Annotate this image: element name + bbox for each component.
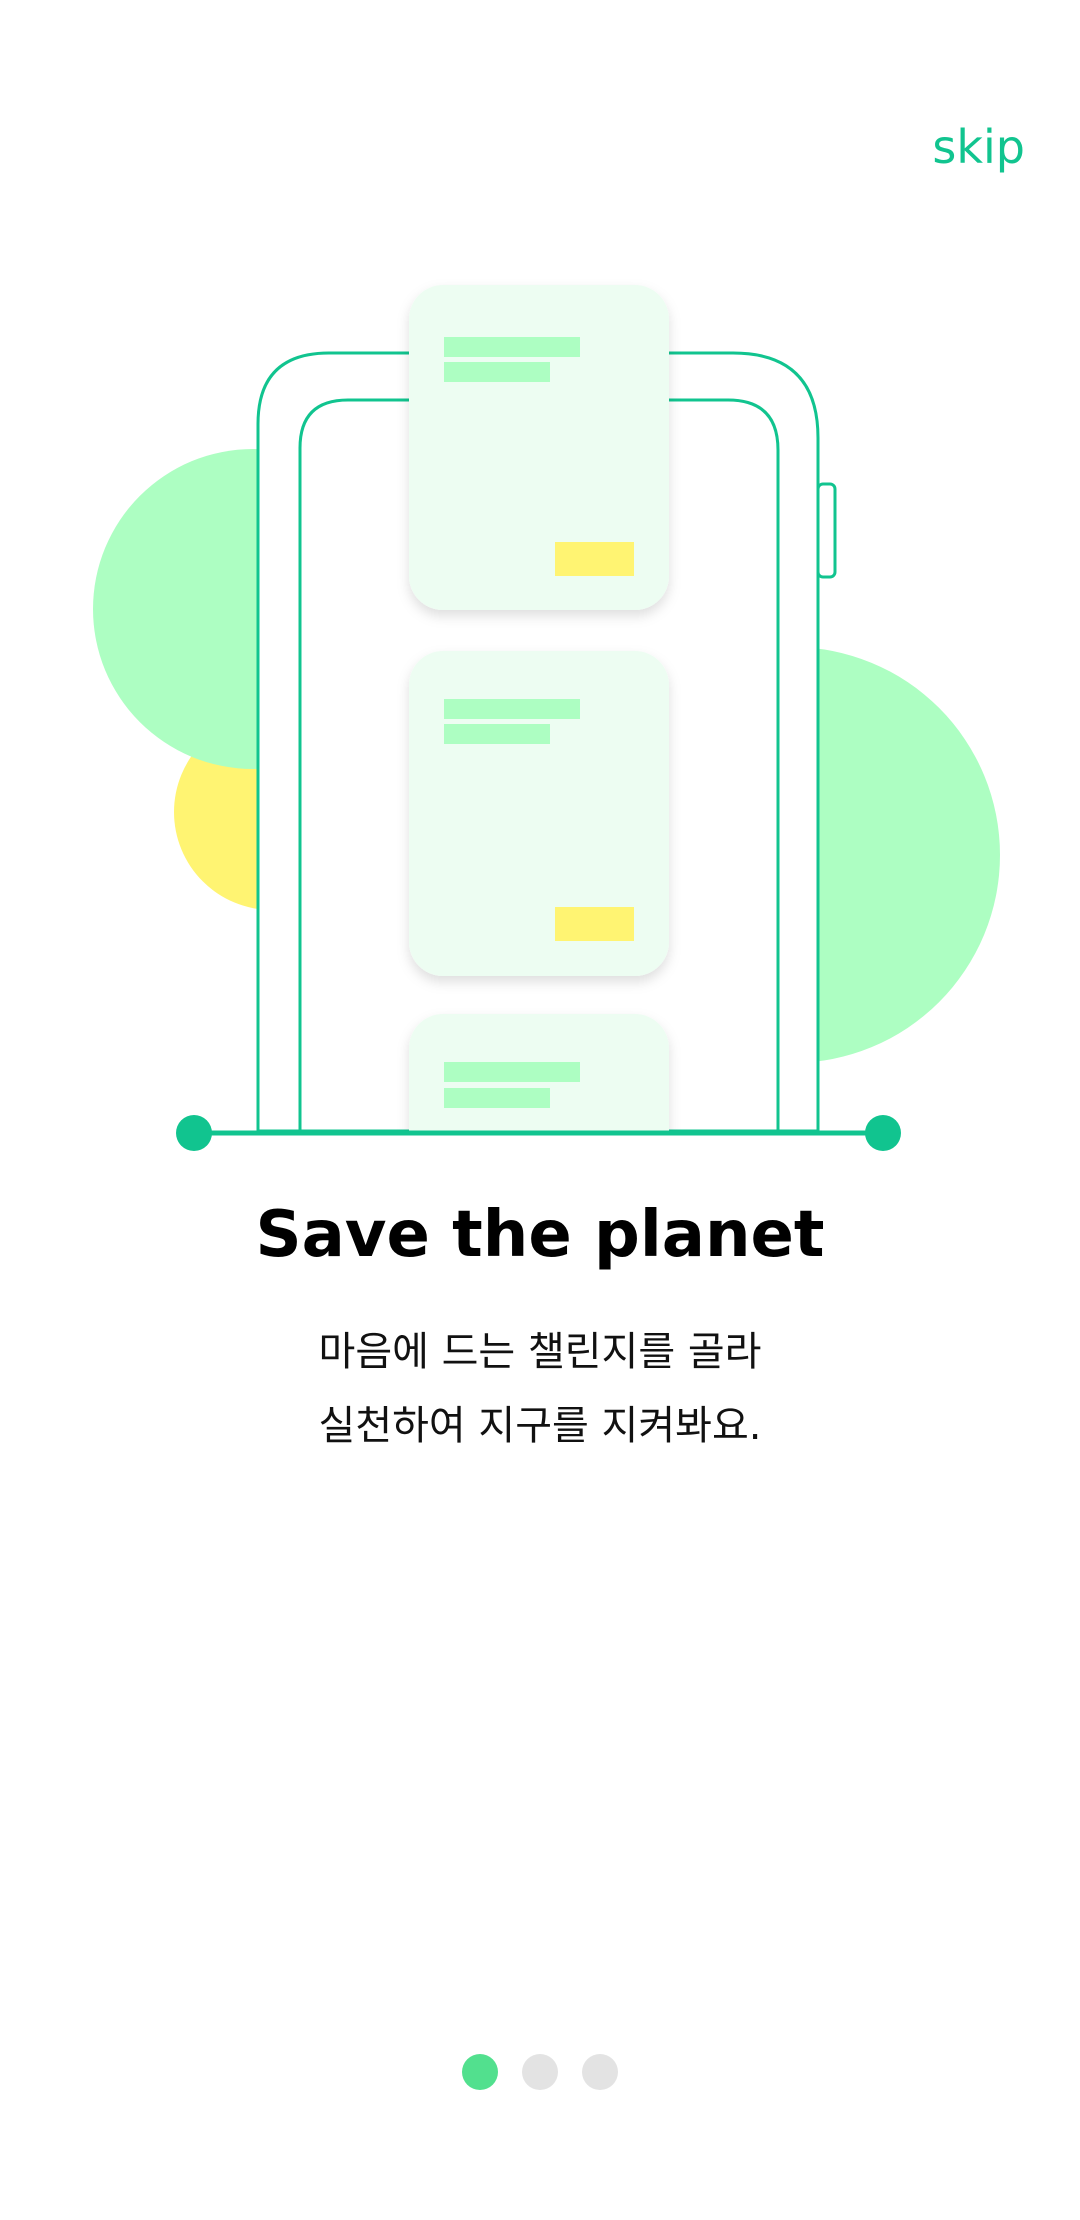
onboarding-illustration [93,285,1000,1151]
card-2-text-line-2 [444,724,550,744]
card-1-text-line-1 [444,337,580,357]
page-dot-3[interactable] [582,2054,618,2090]
page-dot-1[interactable] [462,2054,498,2090]
baseline-right-dot [865,1115,901,1151]
page-dot-2[interactable] [522,2054,558,2090]
card-2-text-line-1 [444,699,580,719]
card-2-tag [555,907,634,941]
card-3-text-line-2 [444,1088,550,1108]
card-1-tag [555,542,634,576]
onboarding-screen: skip Save the planet 마음에 드는 챌린지를 골라 실천하여… [0,0,1080,2220]
baseline-left-dot [176,1115,212,1151]
card-1-text-line-2 [444,362,550,382]
page-indicator [0,2054,1080,2090]
onboarding-description: 마음에 드는 챌린지를 골라 실천하여 지구를 지켜봐요. [0,1315,1080,1463]
card-3-text-line-1 [444,1062,580,1082]
onboarding-title: Save the planet [255,1198,825,1272]
description-line-2: 실천하여 지구를 지켜봐요. [318,1403,762,1449]
description-line-1: 마음에 드는 챌린지를 골라 [318,1329,762,1375]
